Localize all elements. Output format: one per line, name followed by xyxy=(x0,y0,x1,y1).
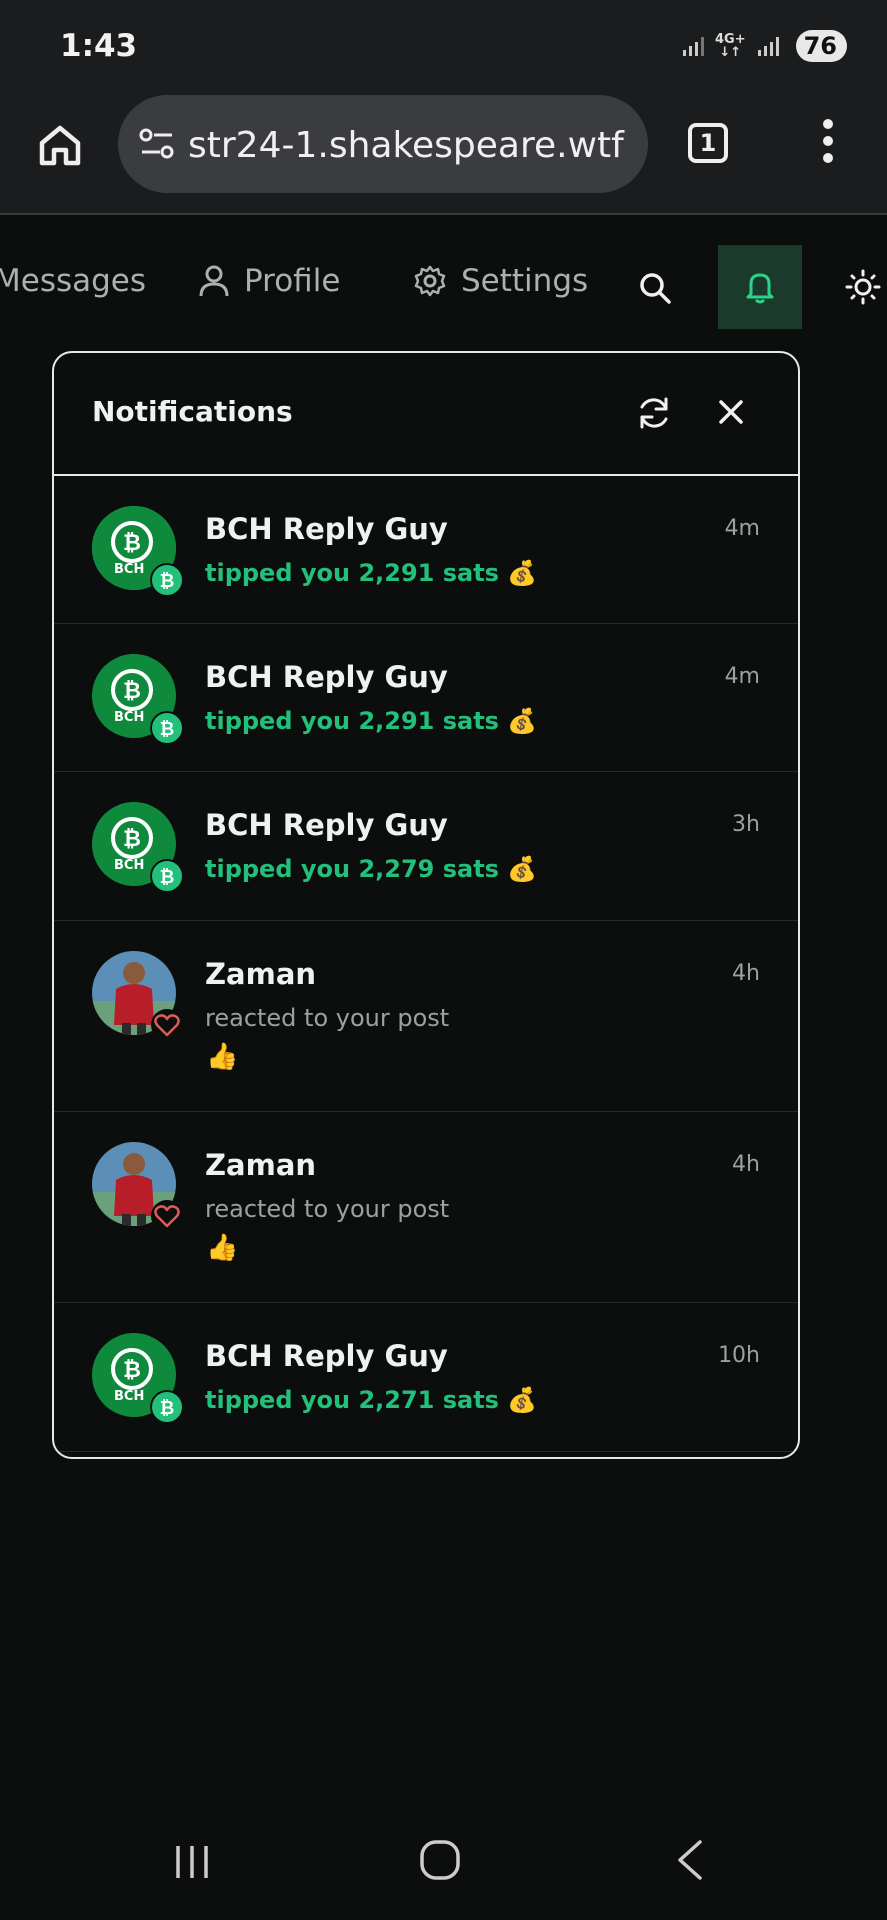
notification-time: 10h xyxy=(718,1343,760,1368)
notification-text: tipped you 2,291 sats 💰 xyxy=(205,707,538,735)
notification-item[interactable]: ₿ BCH ₿ BCH Reply Guy tipped you 2,291 s… xyxy=(54,476,798,624)
nav-profile[interactable]: Profile xyxy=(198,263,340,299)
nav-settings-label: Settings xyxy=(461,263,589,299)
battery-level: 76 xyxy=(803,32,837,60)
sun-icon[interactable] xyxy=(845,269,881,305)
notification-text: reacted to your post xyxy=(205,1004,450,1032)
reaction-emoji: 👍 xyxy=(206,1042,239,1072)
user-icon xyxy=(199,265,229,297)
home-nav-icon[interactable] xyxy=(418,1838,462,1882)
zap-badge-icon: ₿ xyxy=(150,711,184,745)
recent-apps-icon[interactable] xyxy=(170,1842,214,1882)
close-icon[interactable] xyxy=(716,397,746,427)
notification-author[interactable]: BCH Reply Guy xyxy=(205,808,448,842)
notification-time: 4m xyxy=(724,516,760,541)
nav-settings[interactable]: Settings xyxy=(413,263,588,299)
svg-text:₿: ₿ xyxy=(160,867,175,888)
notification-item[interactable]: Zaman reacted to your post 👍 4h xyxy=(54,921,798,1112)
avatar-label: BCH xyxy=(114,858,145,873)
nav-profile-label: Profile xyxy=(244,263,341,299)
svg-text:₿: ₿ xyxy=(160,1398,175,1419)
notification-time: 4m xyxy=(724,664,760,689)
battery-indicator: 76 xyxy=(795,30,847,62)
zap-badge-icon: ₿ xyxy=(150,859,184,893)
notification-time: 3h xyxy=(732,812,760,837)
notification-author[interactable]: BCH Reply Guy xyxy=(205,512,448,546)
svg-text:₿: ₿ xyxy=(123,1358,141,1383)
svg-text:₿: ₿ xyxy=(123,827,141,852)
tab-switcher-button[interactable]: 1 xyxy=(688,123,728,163)
clock: 1:43 xyxy=(60,28,138,64)
notification-text: reacted to your post xyxy=(205,1195,450,1223)
url-text: str24-1.shakespeare.wtf xyxy=(188,125,624,166)
notification-item[interactable]: ₿ BCH ₿ BCH Reply Guy tipped you 2,291 s… xyxy=(54,624,798,772)
app-nav: Messages Profile Settings xyxy=(0,245,887,331)
nav-messages-label: Messages xyxy=(0,263,147,299)
notification-author[interactable]: BCH Reply Guy xyxy=(205,1339,448,1373)
gear-icon xyxy=(414,265,446,297)
svg-text:₿: ₿ xyxy=(160,719,175,740)
bell-icon xyxy=(746,273,774,304)
heart-badge-icon xyxy=(151,1009,183,1041)
notification-author[interactable]: BCH Reply Guy xyxy=(205,660,448,694)
notification-text: tipped you 2,291 sats 💰 xyxy=(205,559,538,587)
notification-item[interactable]: Zaman reacted to your post 👍 4h xyxy=(54,1112,798,1303)
back-icon[interactable] xyxy=(672,1838,708,1882)
notification-author[interactable]: Zaman xyxy=(205,1148,316,1182)
notification-time: 4h xyxy=(732,1152,760,1177)
avatar-label: BCH xyxy=(114,1389,145,1404)
heart-badge-icon xyxy=(151,1200,183,1232)
status-icons: 4G+ ↓↑ 76 xyxy=(681,30,847,62)
system-nav-bar xyxy=(0,1820,887,1920)
panel-title: Notifications xyxy=(92,395,293,428)
notification-item[interactable]: ₿ BCH ₿ BCH Reply Guy tipped you 2,271 s… xyxy=(54,1303,798,1452)
signal-icon xyxy=(682,37,704,56)
home-icon[interactable] xyxy=(36,121,84,169)
avatar-label: BCH xyxy=(114,562,145,577)
reaction-emoji: 👍 xyxy=(206,1233,239,1263)
notification-item[interactable]: ₿ BCH ₿ BCH Reply Guy tipped you 2,279 s… xyxy=(54,772,798,921)
browser-toolbar: str24-1.shakespeare.wtf 1 xyxy=(0,95,887,215)
nav-messages[interactable]: Messages xyxy=(0,263,146,299)
network-type: 4G+ ↓↑ xyxy=(714,32,746,60)
notification-author[interactable]: Zaman xyxy=(205,957,316,991)
site-settings-icon[interactable] xyxy=(138,127,176,161)
status-bar: 1:43 4G+ ↓↑ 76 xyxy=(0,0,887,95)
zap-badge-icon: ₿ xyxy=(150,563,184,597)
panel-header: Notifications xyxy=(54,353,798,476)
refresh-icon[interactable] xyxy=(636,395,672,431)
notifications-button[interactable] xyxy=(718,245,802,329)
search-icon[interactable] xyxy=(638,271,672,305)
svg-text:₿: ₿ xyxy=(123,531,141,556)
avatar-label: BCH xyxy=(114,710,145,725)
signal-icon-2 xyxy=(757,37,779,56)
notifications-panel: Notifications ₿ BCH ₿ BCH Reply Guy tipp… xyxy=(52,351,800,1459)
notification-text: tipped you 2,279 sats 💰 xyxy=(205,855,538,883)
address-bar[interactable]: str24-1.shakespeare.wtf xyxy=(118,95,648,193)
notification-time: 4h xyxy=(732,961,760,986)
svg-text:₿: ₿ xyxy=(123,679,141,704)
browser-menu-icon[interactable] xyxy=(818,119,838,169)
svg-text:₿: ₿ xyxy=(160,571,175,592)
zap-badge-icon: ₿ xyxy=(150,1390,184,1424)
notification-text: tipped you 2,271 sats 💰 xyxy=(205,1386,538,1414)
